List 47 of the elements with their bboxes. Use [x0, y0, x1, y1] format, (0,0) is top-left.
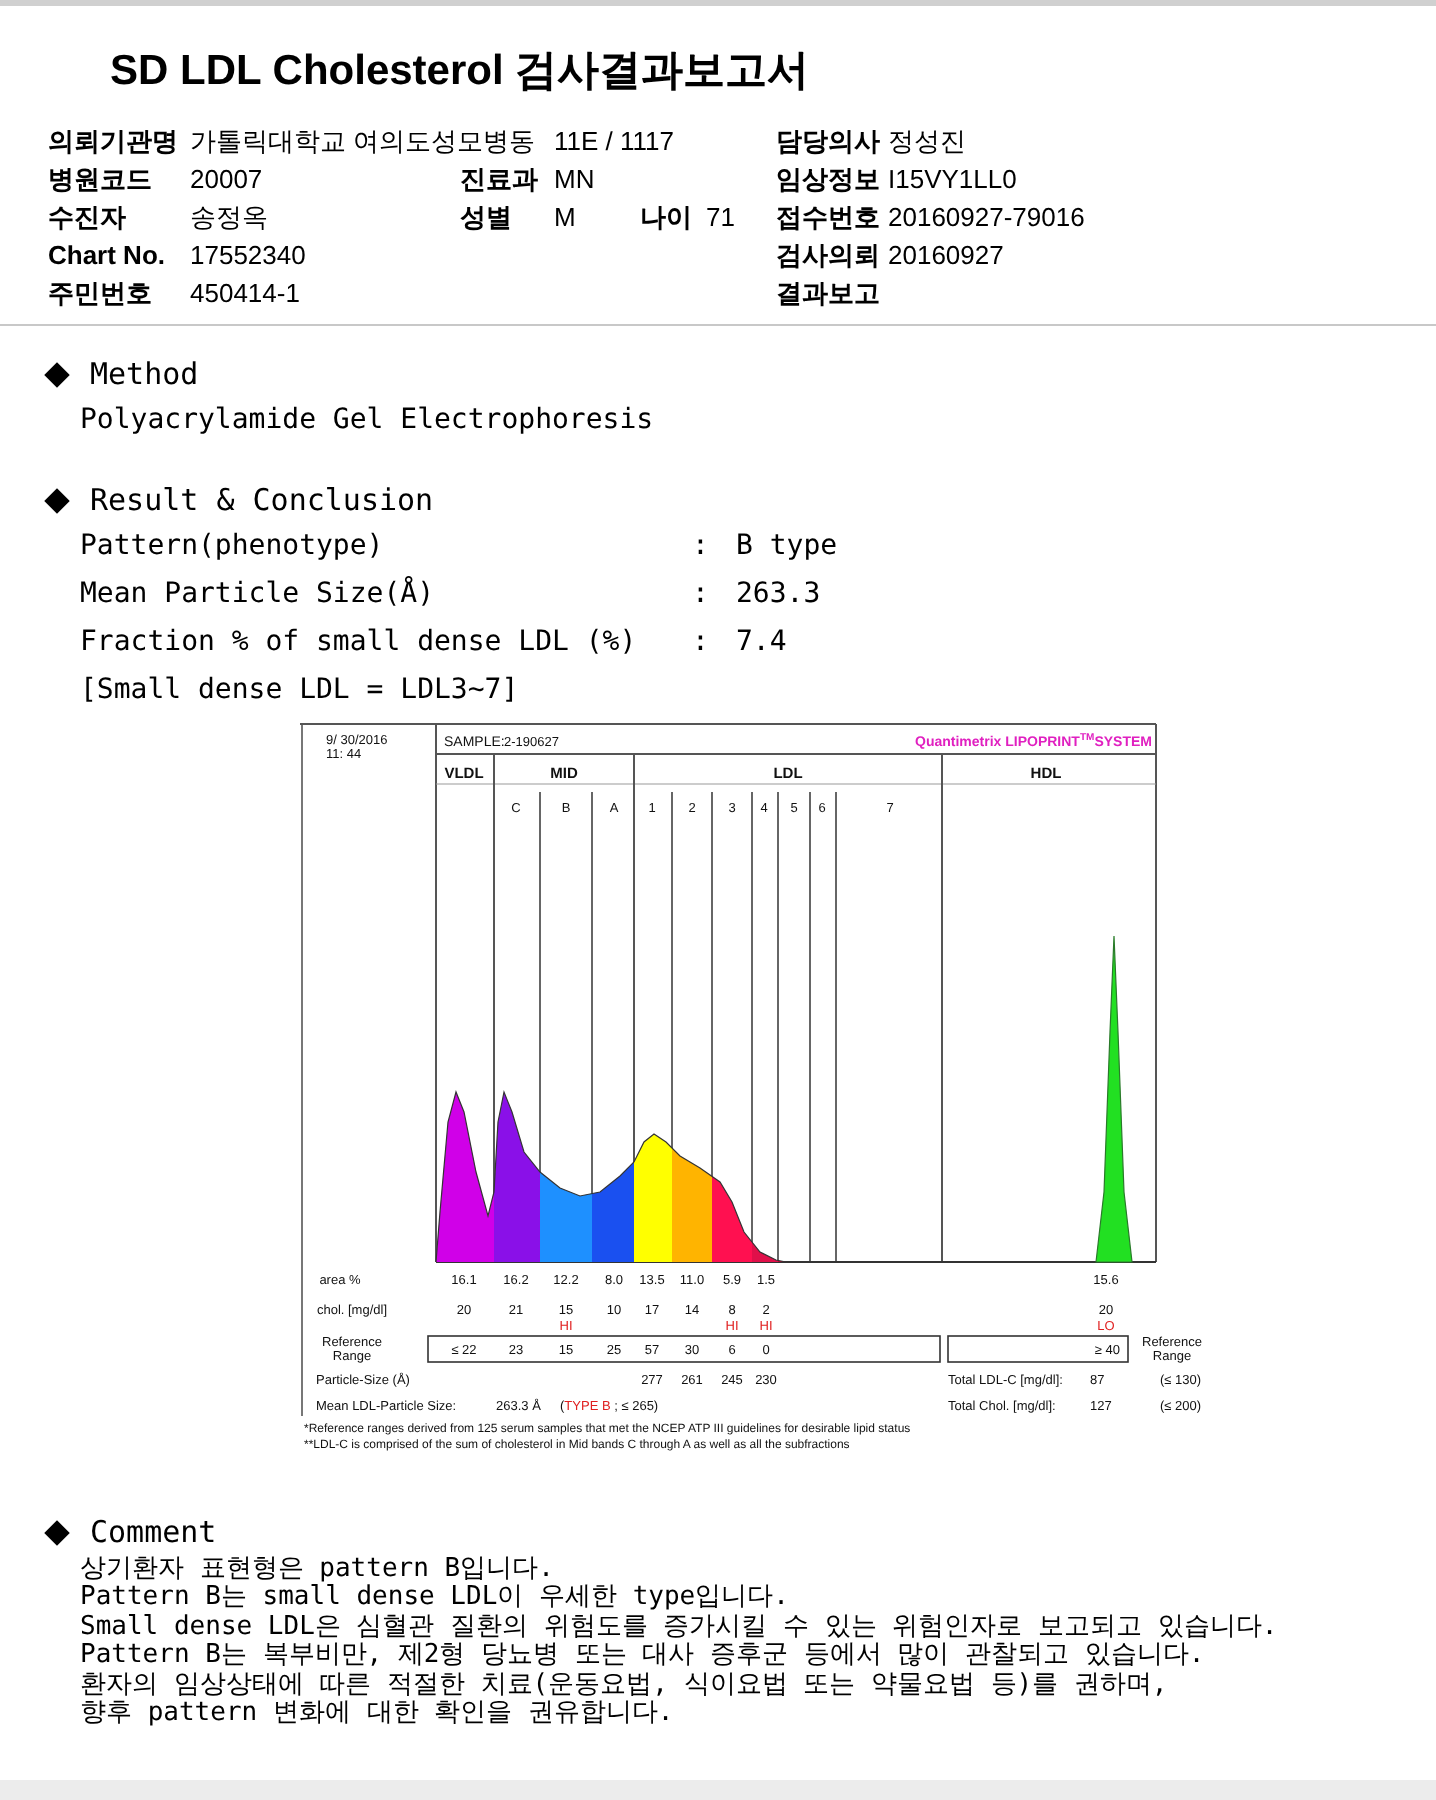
comment-line: 상기환자 표현형은 pattern B입니다.: [80, 1556, 556, 1584]
field-label: 담당의사: [776, 126, 882, 158]
field-value: 71: [706, 202, 737, 234]
result-note: [Small dense LDL = LDL3~7]: [80, 672, 521, 708]
field-label: 임상정보: [776, 164, 882, 196]
field-value: 20007: [190, 164, 265, 196]
comment-line: Small dense LDL은 심혈관 질환의 위험도를 증가시킬 수 있는 위험인자로 보고되고 있습니다.: [80, 1613, 1280, 1642]
result-label: Pattern(phenotype): [80, 528, 386, 564]
comment-line: Pattern B는 복부비만, 제2형 당뇨병 또는 대사 증후군 등에서 많이 관찰되고 있습니다.: [80, 1642, 1207, 1672]
field-value: 17552340: [190, 240, 308, 272]
result-label: Fraction % of small dense LDL (%): [80, 624, 639, 660]
field-label: 검사의뢰: [776, 240, 882, 272]
field-label: 주민번호: [48, 278, 154, 310]
colon-separator: :: [692, 528, 711, 564]
field-value: 11E / 1117: [554, 126, 676, 158]
field-value: MN: [554, 164, 597, 196]
field-label: Chart No.: [48, 240, 167, 272]
field-label: 수진자: [48, 202, 128, 234]
field-label: 진료과: [460, 164, 540, 196]
field-value: M: [554, 202, 578, 234]
section-heading: Method: [90, 356, 199, 392]
field-value: 송정옥: [190, 202, 270, 234]
field-value: 20160927-79016: [888, 202, 1087, 234]
result-value: 7.4: [736, 624, 789, 660]
section-heading: Result & Conclusion: [90, 482, 434, 518]
field-label: 병원코드: [48, 164, 154, 196]
field-value: 20160927: [888, 240, 1006, 272]
comment-line: 향후 pattern 변화에 대한 확인을 권유합니다.: [80, 1700, 676, 1729]
field-label: 나이: [640, 202, 694, 234]
result-value: B type: [736, 528, 840, 564]
report-title: SD LDL Cholesterol 검사결과보고서: [108, 46, 812, 98]
method-text: Polyacrylamide Gel Electrophoresis: [80, 402, 656, 438]
result-label: Mean Particle Size(Å): [80, 576, 437, 612]
comment-line: 환자의 임상상태에 따른 적절한 치료(운동요법, 식이요법 또는 약물요법 등)를 권하며,: [80, 1671, 1170, 1700]
result-value: 263.3: [736, 576, 823, 612]
field-label: 성별: [460, 202, 514, 234]
colon-separator: :: [692, 624, 711, 660]
field-value: 정성진: [888, 126, 968, 158]
comment-line: Pattern B는 small dense LDL이 우세한 type입니다.: [80, 1584, 791, 1614]
section-heading: Comment: [90, 1514, 217, 1550]
colon-separator: :: [692, 576, 711, 612]
field-value: 가톨릭대학교 여의도성모병동: [190, 126, 538, 158]
field-label: 의뢰기관명: [48, 126, 180, 158]
field-value: 450414-1: [190, 278, 302, 310]
field-label: 접수번호: [776, 202, 882, 234]
field-value: I15VY1LL0: [888, 164, 1019, 196]
field-label: 결과보고: [776, 278, 882, 310]
